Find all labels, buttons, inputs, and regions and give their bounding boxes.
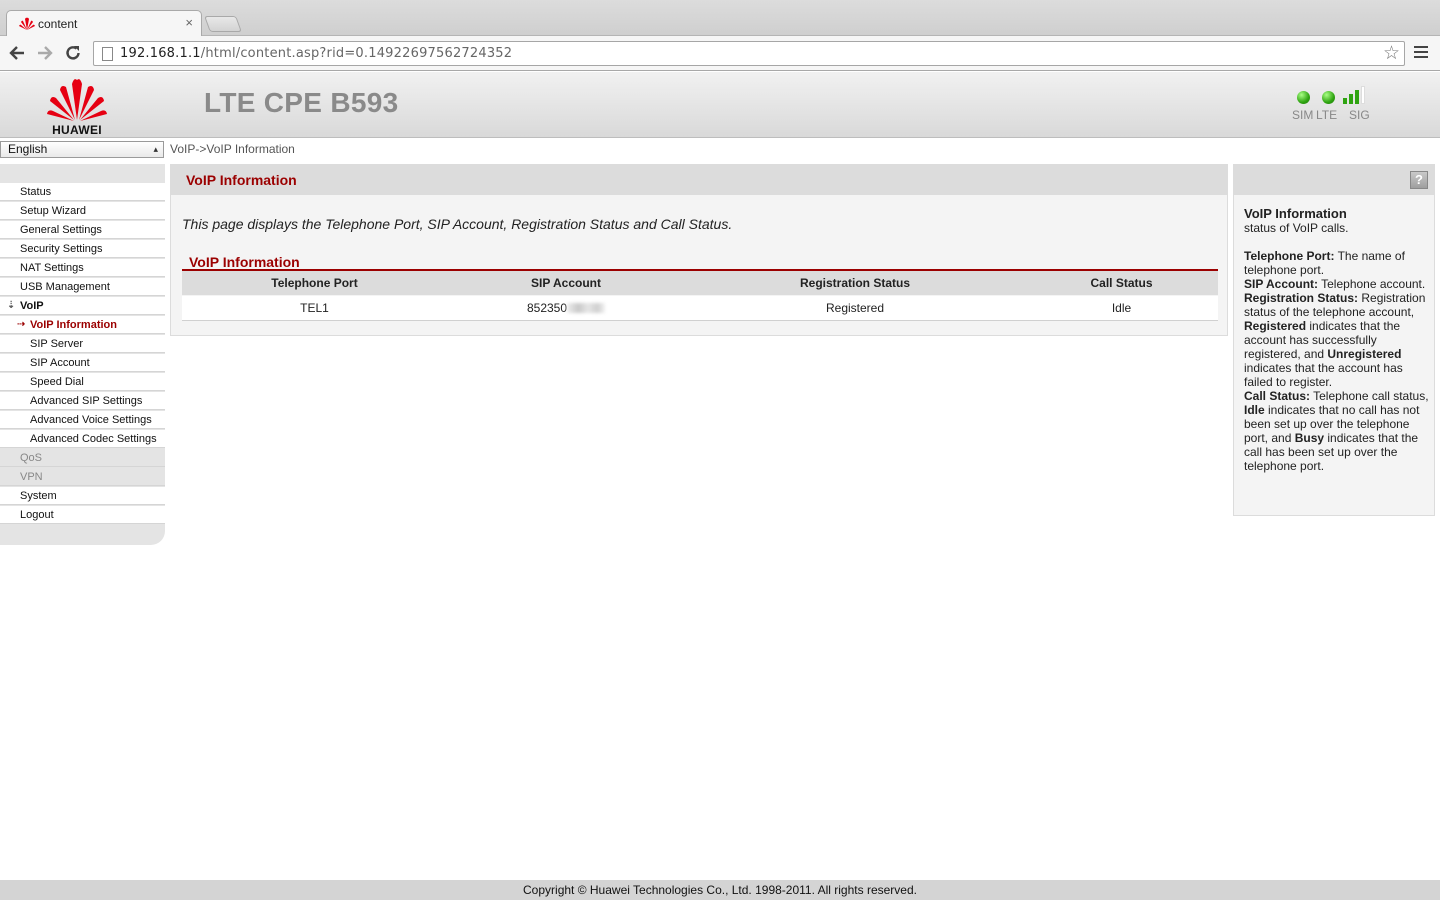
- tab-close-icon[interactable]: ×: [185, 15, 193, 30]
- page-icon: [102, 47, 113, 61]
- signal-bar: [1343, 98, 1347, 104]
- language-selected: English: [8, 142, 48, 156]
- logo-text: HUAWEI: [52, 123, 102, 137]
- sidebar-item-advanced-sip-settings[interactable]: Advanced SIP Settings: [0, 392, 165, 410]
- sidebar-item-qos[interactable]: QoS: [0, 449, 165, 467]
- sidebar-nav: Status Setup Wizard General Settings Sec…: [0, 164, 165, 545]
- current-arrow-icon: ⇢: [17, 319, 26, 330]
- sidebar-item-sip-server[interactable]: SIP Server: [0, 335, 165, 353]
- select-arrows-icon: ▴: [153, 144, 158, 154]
- lte-led-icon: [1322, 91, 1335, 104]
- table-header: Telephone Port SIP Account Registration …: [182, 271, 1218, 295]
- browser-toolbar: 192.168.1.1/html/content.asp?rid=0.14922…: [0, 36, 1440, 71]
- sidebar-item-general-settings[interactable]: General Settings: [0, 221, 165, 239]
- main-panel: VoIP Information This page displays the …: [170, 164, 1228, 336]
- sidebar-item-speed-dial[interactable]: Speed Dial: [0, 373, 165, 391]
- sidebar-item-security-settings[interactable]: Security Settings: [0, 240, 165, 258]
- sidebar-item-setup-wizard[interactable]: Setup Wizard: [0, 202, 165, 220]
- sidebar-item-status[interactable]: Status: [0, 183, 165, 201]
- url-text: 192.168.1.1/html/content.asp?rid=0.14922…: [120, 46, 513, 61]
- column-header: SIP Account: [530, 276, 601, 290]
- sidebar-item-sip-account[interactable]: SIP Account: [0, 354, 165, 372]
- sidebar-item-logout[interactable]: Logout: [0, 506, 165, 524]
- help-icon[interactable]: ?: [1410, 171, 1428, 189]
- help-intro: status of VoIP calls.: [1244, 221, 1349, 235]
- sidebar-item-voip[interactable]: ⇣ VoIP: [0, 297, 165, 315]
- huawei-favicon-icon: [19, 17, 35, 30]
- signal-strength-icon: [1343, 86, 1377, 104]
- forward-icon[interactable]: [34, 42, 56, 64]
- huawei-logo: HUAWEI: [44, 76, 110, 137]
- help-definitions: Telephone Port: The name of telephone po…: [1244, 249, 1429, 473]
- column-header: Registration Status: [799, 276, 910, 290]
- help-panel: ? VoIP Information status of VoIP calls.…: [1233, 164, 1435, 516]
- address-bar[interactable]: 192.168.1.1/html/content.asp?rid=0.14922…: [93, 41, 1405, 66]
- footer-copyright: Copyright © Huawei Technologies Co., Ltd…: [0, 880, 1440, 900]
- sig-label: SIG: [1349, 108, 1370, 122]
- huawei-flower-icon: [47, 79, 107, 121]
- product-title: LTE CPE B593: [204, 87, 399, 118]
- column-header: Call Status: [1090, 276, 1153, 290]
- section-title: VoIP Information: [189, 254, 300, 270]
- lte-label: LTE: [1316, 108, 1338, 122]
- back-icon[interactable]: [6, 42, 28, 64]
- sip-account-cell: 852350: [447, 301, 685, 315]
- column-header: Telephone Port: [271, 276, 358, 290]
- help-header: ?: [1234, 165, 1434, 195]
- sim-led-icon: [1297, 91, 1310, 104]
- new-tab-button[interactable]: [204, 16, 242, 32]
- reload-icon[interactable]: [62, 42, 84, 64]
- help-title: VoIP Information: [1244, 206, 1347, 221]
- sidebar-item-advanced-codec-settings[interactable]: Advanced Codec Settings: [0, 430, 165, 448]
- signal-bar: [1355, 90, 1359, 104]
- registration-status-cell: Registered: [825, 301, 885, 315]
- sidebar-item-system[interactable]: System: [0, 487, 165, 505]
- signal-bar: [1349, 94, 1353, 104]
- page-title: VoIP Information: [186, 172, 297, 188]
- sidebar-item-usb-management[interactable]: USB Management: [0, 278, 165, 296]
- redacted-blur: [567, 303, 606, 313]
- main-header: VoIP Information: [171, 165, 1227, 195]
- help-content: VoIP Information status of VoIP calls. T…: [1244, 206, 1430, 474]
- call-status-cell: Idle: [1111, 301, 1132, 315]
- browser-menu-icon[interactable]: [1414, 46, 1428, 60]
- telephone-port-cell: TEL1: [300, 301, 329, 315]
- breadcrumb: VoIP->VoIP Information: [170, 142, 295, 156]
- bookmark-star-icon[interactable]: ☆: [1383, 42, 1400, 65]
- sidebar-item-nat-settings[interactable]: NAT Settings: [0, 259, 165, 277]
- tab-title: content: [38, 17, 78, 31]
- table-row: TEL1 852350 Registered Idle: [182, 296, 1218, 321]
- expanded-arrow-icon: ⇣: [7, 300, 16, 311]
- sidebar-item-voip-information[interactable]: ⇢ VoIP Information: [0, 316, 165, 334]
- page-description: This page displays the Telephone Port, S…: [182, 216, 733, 232]
- browser-tabstrip: content ×: [0, 0, 1440, 37]
- sim-label: SIM: [1292, 108, 1314, 122]
- router-header: HUAWEI LTE CPE B593 SIM LTE SIG: [0, 72, 1440, 138]
- sidebar-item-vpn[interactable]: VPN: [0, 468, 165, 486]
- sidebar-item-advanced-voice-settings[interactable]: Advanced Voice Settings: [0, 411, 165, 429]
- signal-bar: [1361, 86, 1365, 104]
- language-select[interactable]: English ▴: [0, 141, 164, 158]
- browser-tab[interactable]: content ×: [6, 10, 202, 37]
